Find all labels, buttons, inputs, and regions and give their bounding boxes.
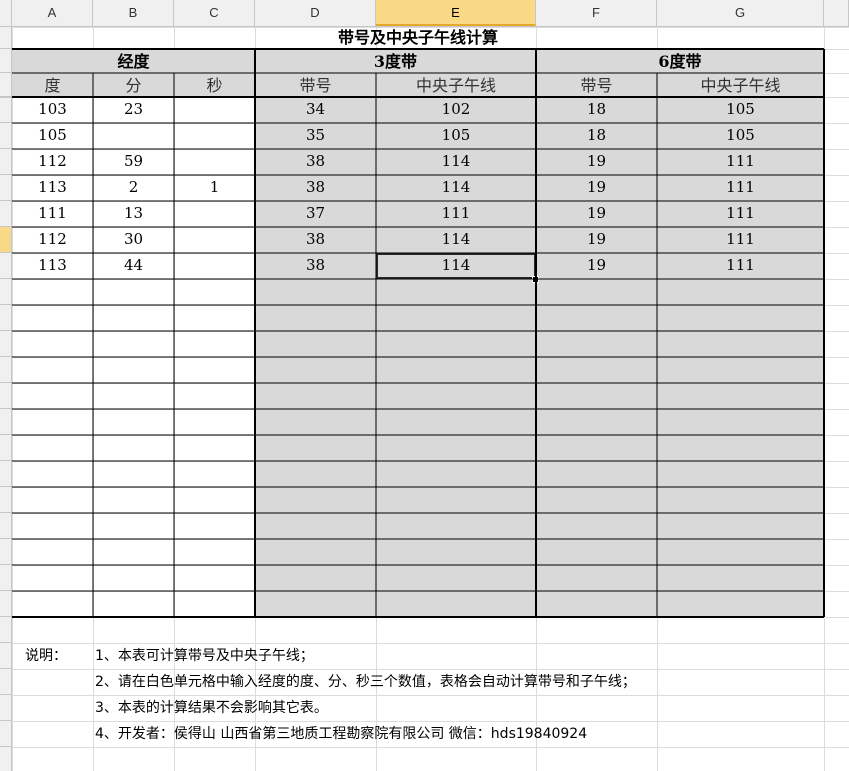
notes-label: 说明： [25,648,67,664]
notes-line: 4、开发者：侯得山 山西省第三地质工程勘察院有限公司 微信：hds1984092… [95,726,588,742]
notes-line: 3、本表的计算结果不会影响其它表。 [95,700,328,716]
notes-line: 1、本表可计算带号及中央子午线； [95,648,314,664]
notes-line: 2、请在白色单元格中输入经度的度、分、秒三个数值，表格会自动计算带号和子午线； [95,674,636,690]
